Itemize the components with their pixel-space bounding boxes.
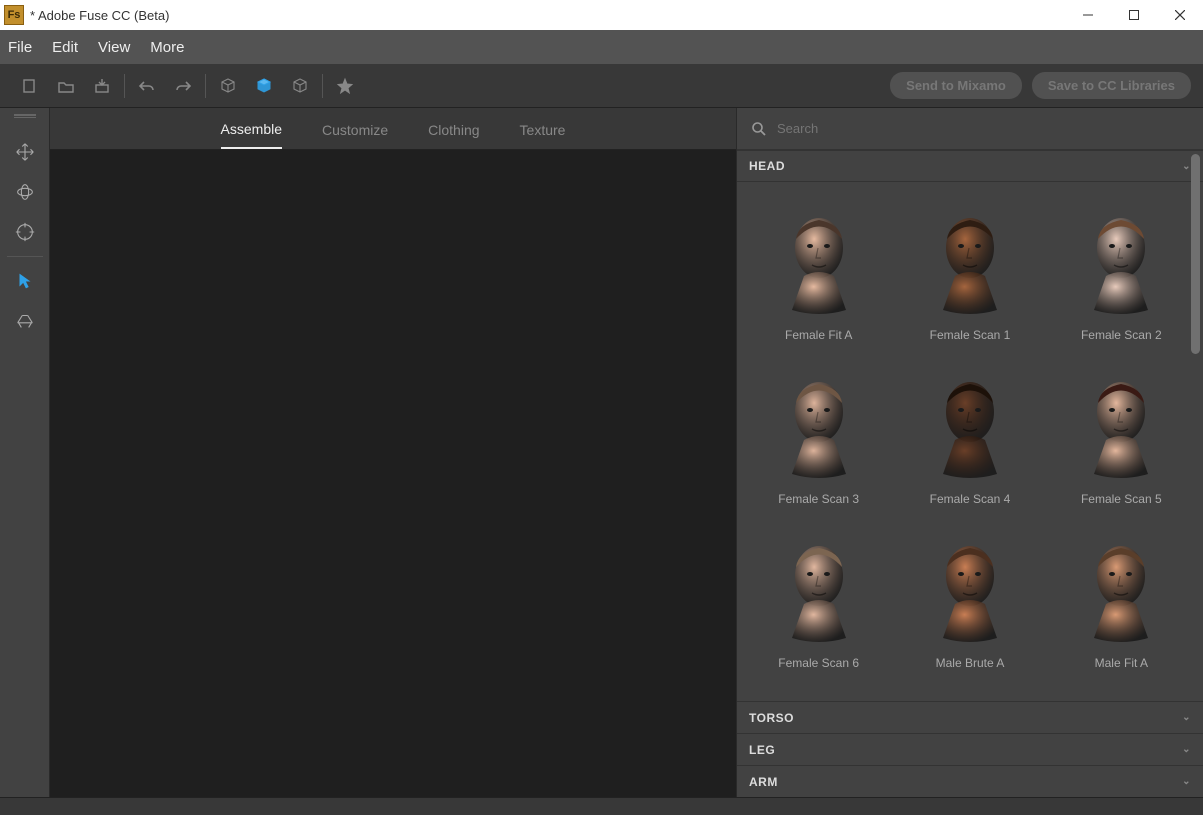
minimize-button[interactable]: [1065, 0, 1111, 30]
chevron-down-icon: ⌄: [1182, 161, 1191, 172]
viewport-canvas[interactable]: [50, 150, 736, 797]
asset-thumbnail: [920, 200, 1020, 316]
toolbar-separator: [124, 74, 125, 98]
maximize-button[interactable]: [1111, 0, 1157, 30]
category-label: ARM: [749, 775, 778, 789]
tab-clothing[interactable]: Clothing: [428, 110, 479, 148]
undo-icon[interactable]: [129, 68, 165, 104]
search-input[interactable]: [777, 121, 1189, 136]
viewport-tabs: Assemble Customize Clothing Texture: [50, 108, 736, 150]
scrollbar[interactable]: [1191, 154, 1200, 697]
chevron-down-icon: ⌄: [1182, 776, 1191, 787]
category-torso[interactable]: TORSO ⌄: [737, 701, 1203, 733]
asset-thumbnail: [769, 200, 869, 316]
redo-icon[interactable]: [165, 68, 201, 104]
asset-label: Male Fit A: [1095, 644, 1148, 676]
asset-item[interactable]: Female Scan 1: [896, 188, 1043, 348]
save-to-cc-libraries-button[interactable]: Save to CC Libraries: [1032, 72, 1191, 99]
main-toolbar: Send to Mixamo Save to CC Libraries: [0, 64, 1203, 108]
asset-item[interactable]: Female Scan 6: [745, 516, 892, 676]
tool-strip: [0, 108, 50, 797]
asset-thumbnail: [769, 528, 869, 644]
textured-icon[interactable]: [282, 68, 318, 104]
asset-thumbnail: [769, 692, 869, 701]
asset-label: Male Brute A: [936, 644, 1005, 676]
category-leg[interactable]: LEG ⌄: [737, 733, 1203, 765]
favorite-icon[interactable]: [327, 68, 363, 104]
category-label: HEAD: [749, 159, 785, 173]
asset-grid: Female Fit A Female Scan 1: [737, 182, 1203, 701]
chevron-down-icon: ⌄: [1182, 744, 1191, 755]
search-icon: [751, 121, 767, 137]
asset-thumbnail: [920, 364, 1020, 480]
wireframe-icon[interactable]: [210, 68, 246, 104]
tab-customize[interactable]: Customize: [322, 110, 388, 148]
asset-item[interactable]: Female Scan 4: [896, 352, 1043, 512]
chevron-down-icon: ⌄: [1182, 712, 1191, 723]
asset-item[interactable]: Female Scan 5: [1048, 352, 1195, 512]
toolbar-separator: [205, 74, 206, 98]
menu-more[interactable]: More: [150, 39, 184, 56]
asset-label: Female Scan 4: [930, 480, 1011, 512]
shaded-icon[interactable]: [246, 68, 282, 104]
perspective-tool-icon[interactable]: [0, 301, 50, 341]
asset-item[interactable]: Female Scan 3: [745, 352, 892, 512]
rotate-tool-icon[interactable]: [0, 172, 50, 212]
tab-assemble[interactable]: Assemble: [221, 109, 282, 149]
close-button[interactable]: [1157, 0, 1203, 30]
asset-label: Female Scan 5: [1081, 480, 1162, 512]
send-to-mixamo-button[interactable]: Send to Mixamo: [890, 72, 1022, 99]
asset-item[interactable]: Male Brute A: [896, 516, 1043, 676]
asset-label: Female Scan 3: [778, 480, 859, 512]
menu-file[interactable]: File: [8, 39, 32, 56]
cursor-tool-icon[interactable]: [0, 261, 50, 301]
app-logo: Fs: [4, 5, 24, 25]
scrollbar-thumb[interactable]: [1191, 154, 1200, 354]
viewport: Assemble Customize Clothing Texture: [50, 108, 736, 797]
asset-thumbnail: [1071, 364, 1171, 480]
search-row: [737, 108, 1203, 150]
category-label: TORSO: [749, 711, 794, 725]
asset-thumbnail: [1071, 528, 1171, 644]
asset-item[interactable]: Female Fit A: [745, 188, 892, 348]
open-icon[interactable]: [48, 68, 84, 104]
tool-separator: [7, 256, 43, 257]
titlebar: Fs * Adobe Fuse CC (Beta): [0, 0, 1203, 30]
asset-item[interactable]: Male Scan 1: [745, 680, 892, 701]
window-title: * Adobe Fuse CC (Beta): [30, 8, 169, 23]
category-head[interactable]: HEAD ⌄: [737, 150, 1203, 182]
asset-item[interactable]: Male Scan 2: [896, 680, 1043, 701]
window-controls: [1065, 0, 1203, 30]
category-arm[interactable]: ARM ⌄: [737, 765, 1203, 797]
library-panel: HEAD ⌄ Female Fit A: [736, 108, 1203, 797]
save-icon[interactable]: [84, 68, 120, 104]
grip-icon: [14, 114, 36, 118]
asset-label: Female Scan 2: [1081, 316, 1162, 348]
asset-label: Female Fit A: [785, 316, 852, 348]
asset-thumbnail: [1071, 200, 1171, 316]
asset-thumbnail: [920, 528, 1020, 644]
asset-thumbnail: [769, 364, 869, 480]
menu-edit[interactable]: Edit: [52, 39, 78, 56]
asset-label: Female Scan 1: [930, 316, 1011, 348]
toolbar-separator: [322, 74, 323, 98]
asset-item[interactable]: Male Scan 3: [1048, 680, 1195, 701]
asset-thumbnail: [920, 692, 1020, 701]
menubar: File Edit View More: [0, 30, 1203, 64]
move-tool-icon[interactable]: [0, 132, 50, 172]
tab-texture[interactable]: Texture: [520, 110, 566, 148]
target-tool-icon[interactable]: [0, 212, 50, 252]
asset-item[interactable]: Female Scan 2: [1048, 188, 1195, 348]
new-icon[interactable]: [12, 68, 48, 104]
asset-label: Female Scan 6: [778, 644, 859, 676]
category-label: LEG: [749, 743, 775, 757]
menu-view[interactable]: View: [98, 39, 130, 56]
status-bar: [0, 797, 1203, 815]
asset-thumbnail: [1071, 692, 1171, 701]
asset-item[interactable]: Male Fit A: [1048, 516, 1195, 676]
